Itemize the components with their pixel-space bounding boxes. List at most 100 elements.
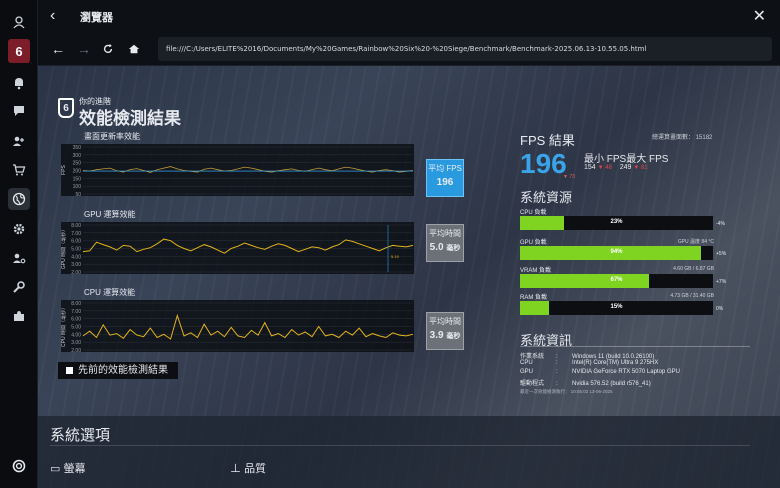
previous-results-button[interactable]: 先前的效能檢測結果 xyxy=(58,362,178,379)
divider xyxy=(520,346,750,347)
monitor-icon: ▭ xyxy=(50,463,64,475)
resource-delta: 0% xyxy=(716,306,724,312)
y-axis-label: CPU 時間（毫秒） xyxy=(61,305,67,347)
resource-extra-info: 4.73 GB / 31.40 GB xyxy=(670,293,714,299)
y-tick-label: 150 xyxy=(73,176,82,182)
resource-bar: 67% xyxy=(520,274,713,288)
y-axis-label: GPU 時間（毫秒） xyxy=(61,227,67,269)
gpu-chart: 8.00 7.00 6.00 5.00 4.00 3.00 2.00 GPU 時間（毫秒） 5.… xyxy=(61,222,414,274)
back-arrow-icon[interactable]: ← xyxy=(48,39,68,59)
previous-results-label: 先前的效能檢測結果 xyxy=(78,365,168,376)
y-tick-label: 4.00 xyxy=(71,254,81,260)
system-info-row: CPU: Intel(R) Core(TM) Ultra 9 275HX xyxy=(520,360,658,366)
resource-delta: -4% xyxy=(716,221,725,227)
forward-arrow-icon[interactable]: → xyxy=(74,39,94,59)
people-settings-icon[interactable] xyxy=(8,247,30,269)
resource-extra-info: GPU 溫度 84 °C xyxy=(677,239,714,245)
y-tick-label: 200 xyxy=(73,169,82,175)
resource-delta: +5% xyxy=(716,251,727,257)
wrench-icon[interactable] xyxy=(8,276,30,298)
min-max-values: 154 ▼ 48 249 ▼ 81 xyxy=(584,164,648,171)
cart-icon[interactable] xyxy=(8,159,30,181)
gear-icon[interactable] xyxy=(8,218,30,240)
fps-results-title: FPS 結果 xyxy=(520,133,575,148)
ubisoft-logo-icon[interactable] xyxy=(8,455,30,477)
resource-bar-percent: 23% xyxy=(610,219,623,225)
info-key: 驅動程式 xyxy=(520,381,545,387)
resource-bar: 23% xyxy=(520,216,713,230)
avg-fps-delta: ▼ 73 xyxy=(563,174,575,180)
avg-gpu-time-box: 平均時間 5.0 毫秒 xyxy=(426,224,464,262)
y-tick-label: 3.00 xyxy=(71,262,81,268)
avg-gpu-unit: 毫秒 xyxy=(446,245,461,252)
y-tick-label: 4.00 xyxy=(71,332,81,338)
close-icon[interactable]: ✕ xyxy=(753,6,766,26)
address-bar[interactable]: file:///C:/Users/ELITE%2016/Documents/My… xyxy=(158,37,772,61)
resource-bar: 15% xyxy=(520,301,713,315)
chat-icon[interactable] xyxy=(8,100,30,122)
info-key: GPU xyxy=(520,369,534,375)
avg-cpu-unit: 毫秒 xyxy=(446,333,461,340)
system-info-row: GPU: NVIDIA GeForce RTX 5070 Laptop GPU xyxy=(520,369,680,375)
resource-bar: 94% xyxy=(520,246,713,260)
series-line xyxy=(82,238,414,254)
resource-bar-percent: 67% xyxy=(610,277,623,283)
avg-fps-box: 平均 FPS 196 xyxy=(426,159,464,197)
avg-cpu-label: 平均時間 xyxy=(429,317,461,326)
avg-gpu-value: 5.0 xyxy=(429,242,444,253)
resource-delta: +7% xyxy=(716,279,727,285)
resource-bar-label: RAM 負載 xyxy=(520,295,548,301)
page-title: 效能檢測結果 xyxy=(79,109,181,128)
y-tick-label: 300 xyxy=(73,153,82,159)
home-icon[interactable] xyxy=(124,39,144,59)
y-tick-label: 8.00 xyxy=(71,223,81,229)
globe-icon[interactable] xyxy=(8,188,30,210)
info-colon: : xyxy=(556,381,558,387)
y-tick-label: 6.00 xyxy=(71,239,81,245)
cpu-chart: 8.00 7.00 6.00 5.00 4.00 3.00 2.00 CPU 時間（毫秒） xyxy=(61,300,414,352)
info-colon: : xyxy=(556,369,558,375)
y-tick-label: 350 xyxy=(73,145,82,151)
y-tick-label: 250 xyxy=(73,161,82,167)
quality-section[interactable]: ⊥ 品質 xyxy=(230,460,266,476)
user-icon[interactable] xyxy=(8,11,30,33)
series-line xyxy=(82,313,414,340)
y-tick-label: 8.00 xyxy=(71,301,81,307)
y-tick-label: 50 xyxy=(75,192,81,196)
screen-section[interactable]: ▭ 螢幕 xyxy=(50,460,85,476)
bell-icon[interactable] xyxy=(8,72,30,94)
resource-extra-info: 4.60 GB / 6.87 GB xyxy=(673,266,714,272)
siege-badge-icon: 6 xyxy=(58,98,74,118)
avg-fps-label: 平均 FPS xyxy=(428,164,462,173)
info-colon: : xyxy=(556,360,558,366)
avg-cpu-value: 3.9 xyxy=(429,330,444,341)
y-tick-label: 5.00 xyxy=(71,325,81,331)
info-value: Intel(R) Core(TM) Ultra 9 275HX xyxy=(572,360,659,366)
avg-fps-value: 196 xyxy=(436,177,454,188)
back-chevron-icon[interactable]: ‹ xyxy=(50,7,55,25)
fps-chart: 350 300 250 200 150 100 50 FPS xyxy=(61,144,414,196)
title-bar: ‹ 瀏覽器 ✕ xyxy=(38,0,780,32)
puzzle-icon[interactable] xyxy=(8,305,30,327)
y-tick-label: 100 xyxy=(73,184,82,190)
resource-bar-percent: 15% xyxy=(610,304,623,310)
info-key: CPU xyxy=(520,360,533,366)
rainbow-six-logo[interactable]: 6 xyxy=(8,39,30,63)
friends-icon[interactable] xyxy=(8,130,30,152)
y-tick-label: 7.00 xyxy=(71,309,81,315)
avg-fps-large: 196 xyxy=(520,148,567,179)
window-title: 瀏覽器 xyxy=(80,12,113,24)
avg-cpu-time-box: 平均時間 3.9 毫秒 xyxy=(426,312,464,350)
resource-bar-label: GPU 負載 xyxy=(520,240,547,246)
system-resources-title: 系統資源 xyxy=(520,190,573,205)
gpu-chart-label: GPU 運算效能 xyxy=(84,210,136,219)
y-tick-label: 6.00 xyxy=(71,317,81,323)
divider xyxy=(50,445,750,446)
min-max-labels: 最小 FPS最大 FPS xyxy=(584,154,669,165)
cursor-value-label: 5.19 xyxy=(391,254,400,259)
y-tick-label: 3.00 xyxy=(71,340,81,346)
y-tick-label: 2.00 xyxy=(71,348,81,352)
fps-chart-label: 畫面更新率效能 xyxy=(84,132,140,141)
info-value: Nvidia 576.52 (build r576_41) xyxy=(572,381,651,387)
reload-icon[interactable] xyxy=(98,39,118,59)
